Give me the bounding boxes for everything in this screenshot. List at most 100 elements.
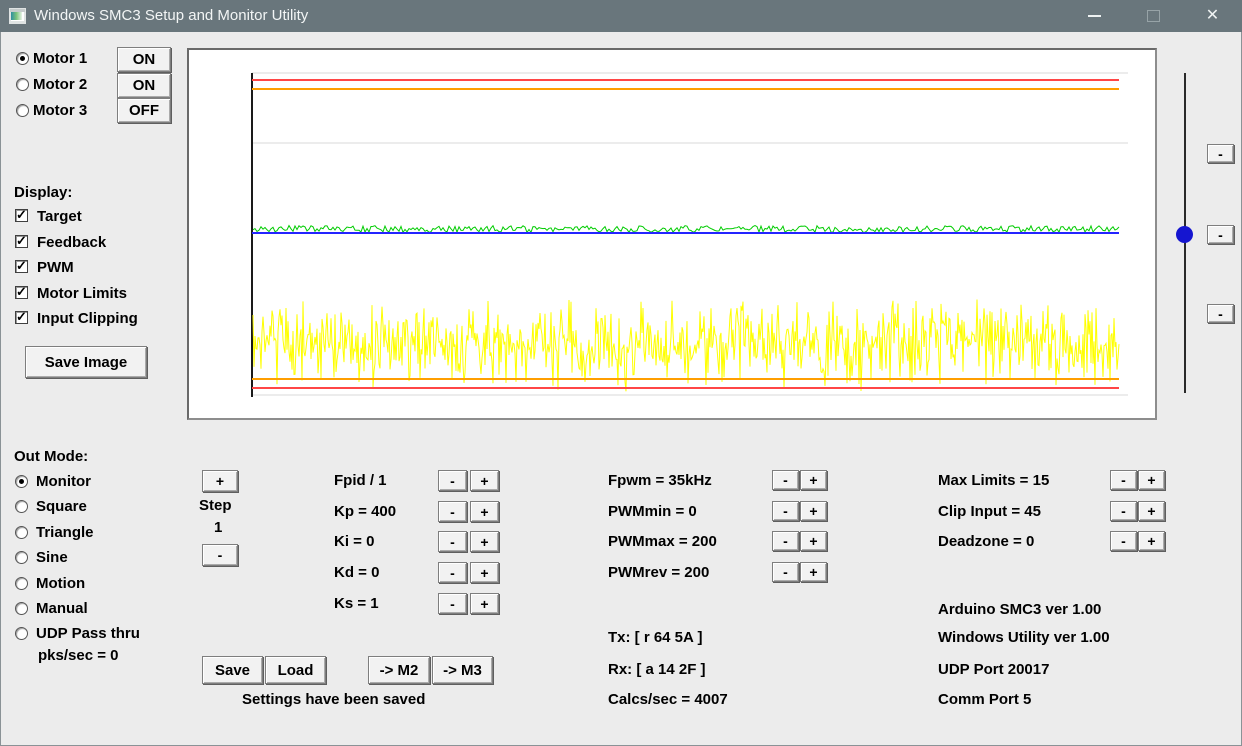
udp-port-text: UDP Port 20017	[938, 661, 1050, 678]
pwmmax-value-label: PWMmax = 200	[608, 533, 717, 550]
out-mode-udp-label: UDP Pass thru	[36, 625, 140, 642]
deadzone-minus-button[interactable]: -	[1110, 531, 1137, 551]
save-settings-button[interactable]: Save	[202, 656, 263, 684]
target-checkbox-label: Target	[37, 208, 82, 225]
settings-status-text: Settings have been saved	[242, 691, 426, 708]
ki-value-label: Ki = 0	[334, 533, 375, 550]
arduino-version-text: Arduino SMC3 ver 1.00	[938, 601, 1102, 618]
pwmrev-minus-button[interactable]: -	[772, 562, 799, 582]
minimize-icon	[1088, 15, 1101, 17]
step-increase-button[interactable]: +	[202, 470, 238, 492]
copy-to-m3-button[interactable]: -> M3	[432, 656, 493, 684]
motor-2-label: Motor 2	[33, 76, 88, 93]
ks-minus-button[interactable]: -	[438, 593, 467, 614]
max-limits-value-label: Max Limits = 15	[938, 472, 1050, 489]
pwmrev-plus-button[interactable]: +	[800, 562, 827, 582]
out-mode-section-label: Out Mode:	[14, 448, 89, 465]
clip-input-minus-button[interactable]: -	[1110, 501, 1137, 521]
feedback-checkbox-label: Feedback	[37, 234, 107, 251]
kp-value-label: Kp = 400	[334, 503, 397, 520]
scale-top-minus-button[interactable]: -	[1207, 144, 1234, 163]
scale-slider-thumb[interactable]	[1176, 226, 1193, 243]
clip-input-value-label: Clip Input = 45	[938, 503, 1041, 520]
step-decrease-button[interactable]: -	[202, 544, 238, 566]
copy-to-m2-button[interactable]: -> M2	[368, 656, 430, 684]
step-label: Step	[199, 497, 232, 514]
out-mode-motion-label: Motion	[36, 575, 86, 592]
pwmmax-plus-button[interactable]: +	[800, 531, 827, 551]
window-title: Windows SMC3 Setup and Monitor Utility	[34, 7, 309, 24]
input-clipping-checkbox[interactable]: ✓	[15, 309, 28, 324]
check-icon: ✓	[16, 309, 27, 324]
clip-input-plus-button[interactable]: +	[1138, 501, 1165, 521]
check-icon: ✓	[16, 284, 27, 299]
deadzone-plus-button[interactable]: +	[1138, 531, 1165, 551]
kd-value-label: Kd = 0	[334, 564, 380, 581]
pwm-checkbox-label: PWM	[37, 259, 74, 276]
out-mode-sine-label: Sine	[36, 549, 68, 566]
load-settings-button[interactable]: Load	[265, 656, 326, 684]
maximize-button[interactable]	[1124, 0, 1183, 32]
minimize-button[interactable]	[1065, 0, 1124, 32]
motor-3-power-button[interactable]: OFF	[117, 98, 171, 123]
fpwm-plus-button[interactable]: +	[800, 470, 827, 490]
kp-plus-button[interactable]: +	[470, 501, 499, 522]
scale-middle-minus-button[interactable]: -	[1207, 225, 1234, 244]
ks-plus-button[interactable]: +	[470, 593, 499, 614]
pwmrev-value-label: PWMrev = 200	[608, 564, 710, 581]
save-image-button[interactable]: Save Image	[25, 346, 147, 378]
feedback-checkbox[interactable]: ✓	[15, 233, 28, 248]
motor-3-radio[interactable]	[16, 104, 29, 117]
out-mode-manual-label: Manual	[36, 600, 88, 617]
scope-chart	[251, 72, 1128, 397]
out-mode-square-radio[interactable]	[15, 500, 28, 513]
out-mode-manual-radio[interactable]	[15, 602, 28, 615]
ki-minus-button[interactable]: -	[438, 531, 467, 552]
pwmmin-plus-button[interactable]: +	[800, 501, 827, 521]
fpid-plus-button[interactable]: +	[470, 470, 499, 491]
fpwm-value-label: Fpwm = 35kHz	[608, 472, 712, 489]
pwmmax-minus-button[interactable]: -	[772, 531, 799, 551]
out-mode-triangle-label: Triangle	[36, 524, 94, 541]
motor-3-label: Motor 3	[33, 102, 88, 119]
fpid-minus-button[interactable]: -	[438, 470, 467, 491]
maximize-icon	[1147, 10, 1160, 22]
ks-value-label: Ks = 1	[334, 595, 379, 612]
scale-bottom-minus-button[interactable]: -	[1207, 304, 1234, 323]
motor-2-power-button[interactable]: ON	[117, 73, 171, 98]
kp-minus-button[interactable]: -	[438, 501, 467, 522]
step-value: 1	[214, 519, 223, 536]
out-mode-monitor-label: Monitor	[36, 473, 91, 490]
out-mode-square-label: Square	[36, 498, 87, 515]
scope-chart-panel	[187, 48, 1157, 420]
app-window: Windows SMC3 Setup and Monitor Utility ✕…	[0, 0, 1242, 746]
ki-plus-button[interactable]: +	[470, 531, 499, 552]
check-icon: ✓	[16, 233, 27, 248]
fpwm-minus-button[interactable]: -	[772, 470, 799, 490]
kd-minus-button[interactable]: -	[438, 562, 467, 583]
pwm-checkbox[interactable]: ✓	[15, 258, 28, 273]
comm-port-text: Comm Port 5	[938, 691, 1032, 708]
out-mode-motion-radio[interactable]	[15, 577, 28, 590]
max-limits-minus-button[interactable]: -	[1110, 470, 1137, 490]
motor-1-power-button[interactable]: ON	[117, 47, 171, 72]
check-icon: ✓	[16, 207, 27, 222]
target-checkbox[interactable]: ✓	[15, 207, 28, 222]
close-button[interactable]: ✕	[1183, 0, 1242, 32]
rx-status-text: Rx: [ a 14 2F ]	[608, 661, 706, 678]
out-mode-udp-radio[interactable]	[15, 627, 28, 640]
display-section-label: Display:	[14, 184, 73, 201]
titlebar: Windows SMC3 Setup and Monitor Utility ✕	[0, 0, 1242, 32]
motor-1-radio[interactable]	[16, 52, 29, 65]
max-limits-plus-button[interactable]: +	[1138, 470, 1165, 490]
motor-limits-checkbox-label: Motor Limits	[37, 285, 127, 302]
kd-plus-button[interactable]: +	[470, 562, 499, 583]
app-icon	[9, 8, 26, 24]
motor-limits-checkbox[interactable]: ✓	[15, 284, 28, 299]
motor-2-radio[interactable]	[16, 78, 29, 91]
out-mode-monitor-radio[interactable]	[15, 475, 28, 488]
out-mode-triangle-radio[interactable]	[15, 526, 28, 539]
out-mode-sine-radio[interactable]	[15, 551, 28, 564]
deadzone-value-label: Deadzone = 0	[938, 533, 1035, 550]
pwmmin-minus-button[interactable]: -	[772, 501, 799, 521]
